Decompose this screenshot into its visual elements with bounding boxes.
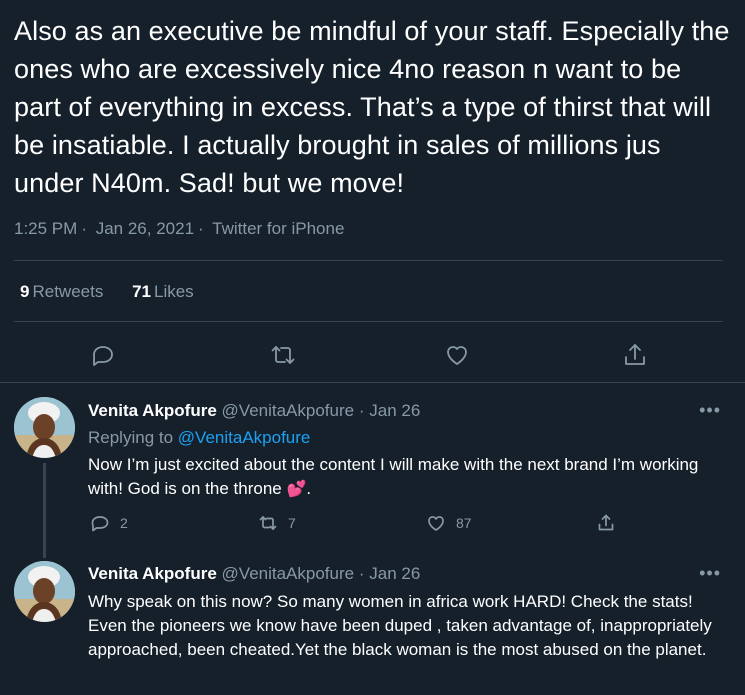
divider: [14, 260, 723, 261]
tweet-date[interactable]: Jan 26, 2021: [96, 219, 194, 238]
like-count: 87: [456, 515, 472, 531]
display-name[interactable]: Venita Akpofure: [88, 401, 217, 420]
reply-header: Venita Akpofure @VenitaAkpofure · Jan 26: [88, 401, 420, 421]
reply-tweet[interactable]: Venita Akpofure @VenitaAkpofure · Jan 26…: [0, 383, 745, 544]
retweet-icon: [259, 516, 277, 530]
meta-separator: ·: [81, 219, 87, 238]
divider: [14, 321, 723, 322]
share-button[interactable]: [596, 513, 626, 533]
reply-count: 2: [120, 515, 128, 531]
more-options-icon[interactable]: •••: [699, 563, 721, 584]
tweet-time[interactable]: 1:25 PM: [14, 219, 77, 238]
avatar[interactable]: [14, 397, 75, 458]
reply-button[interactable]: 2: [90, 513, 128, 533]
share-icon[interactable]: [621, 341, 649, 369]
reply-icon: [91, 516, 109, 532]
retweet-icon[interactable]: [269, 341, 297, 369]
more-options-icon[interactable]: •••: [699, 400, 721, 421]
reply-icon[interactable]: [89, 341, 117, 369]
tweet-stats: 9 Retweets 71 Likes: [20, 282, 218, 302]
display-name[interactable]: Venita Akpofure: [88, 564, 217, 583]
tweet-source[interactable]: Twitter for iPhone: [212, 219, 344, 238]
tweet-actions: [0, 338, 745, 372]
meta-separator: ·: [358, 564, 365, 583]
reply-actions: 2 7 87: [0, 513, 745, 537]
reply-tweet[interactable]: Venita Akpofure @VenitaAkpofure · Jan 26…: [0, 544, 745, 695]
retweet-count: 7: [288, 515, 296, 531]
reply-text-end: .: [306, 479, 312, 498]
like-icon: [428, 516, 444, 531]
two-hearts-icon: 💕: [286, 481, 307, 498]
reply-text: Why speak on this now? So many women in …: [88, 592, 712, 659]
retweets-label: Retweets: [32, 282, 104, 301]
tweet-text: Also as an executive be mindful of your …: [14, 16, 730, 198]
reply-text: Now I’m just excited about the content I…: [88, 453, 728, 502]
retweets-count: 9: [20, 282, 30, 301]
thread-line: [43, 544, 46, 558]
reply-date[interactable]: Jan 26: [369, 564, 420, 583]
like-icon[interactable]: [443, 341, 471, 369]
reply-header: Venita Akpofure @VenitaAkpofure · Jan 26: [88, 564, 420, 584]
avatar[interactable]: [14, 561, 75, 622]
replying-label: Replying to: [88, 428, 174, 447]
user-handle[interactable]: @VenitaAkpofure: [222, 564, 355, 583]
tweet-meta: 1:25 PM · Jan 26, 2021 · Twitter for iPhon…: [14, 219, 348, 239]
meta-separator: ·: [358, 401, 365, 420]
likes-count: 71: [132, 282, 151, 301]
reply-text-body: Now I’m just excited about the content I…: [88, 455, 699, 498]
share-icon: [598, 514, 614, 531]
mention-link[interactable]: @VenitaAkpofure: [178, 428, 311, 447]
user-handle[interactable]: @VenitaAkpofure: [222, 401, 355, 420]
like-button[interactable]: 87: [426, 513, 472, 533]
retweets-stat[interactable]: 9 Retweets: [20, 282, 103, 301]
likes-label: Likes: [154, 282, 194, 301]
retweet-button[interactable]: 7: [258, 513, 296, 533]
likes-stat[interactable]: 71 Likes: [132, 282, 194, 301]
meta-separator: ·: [198, 219, 204, 238]
reply-date[interactable]: Jan 26: [369, 401, 420, 420]
replying-to: Replying to @VenitaAkpofure: [88, 428, 310, 448]
